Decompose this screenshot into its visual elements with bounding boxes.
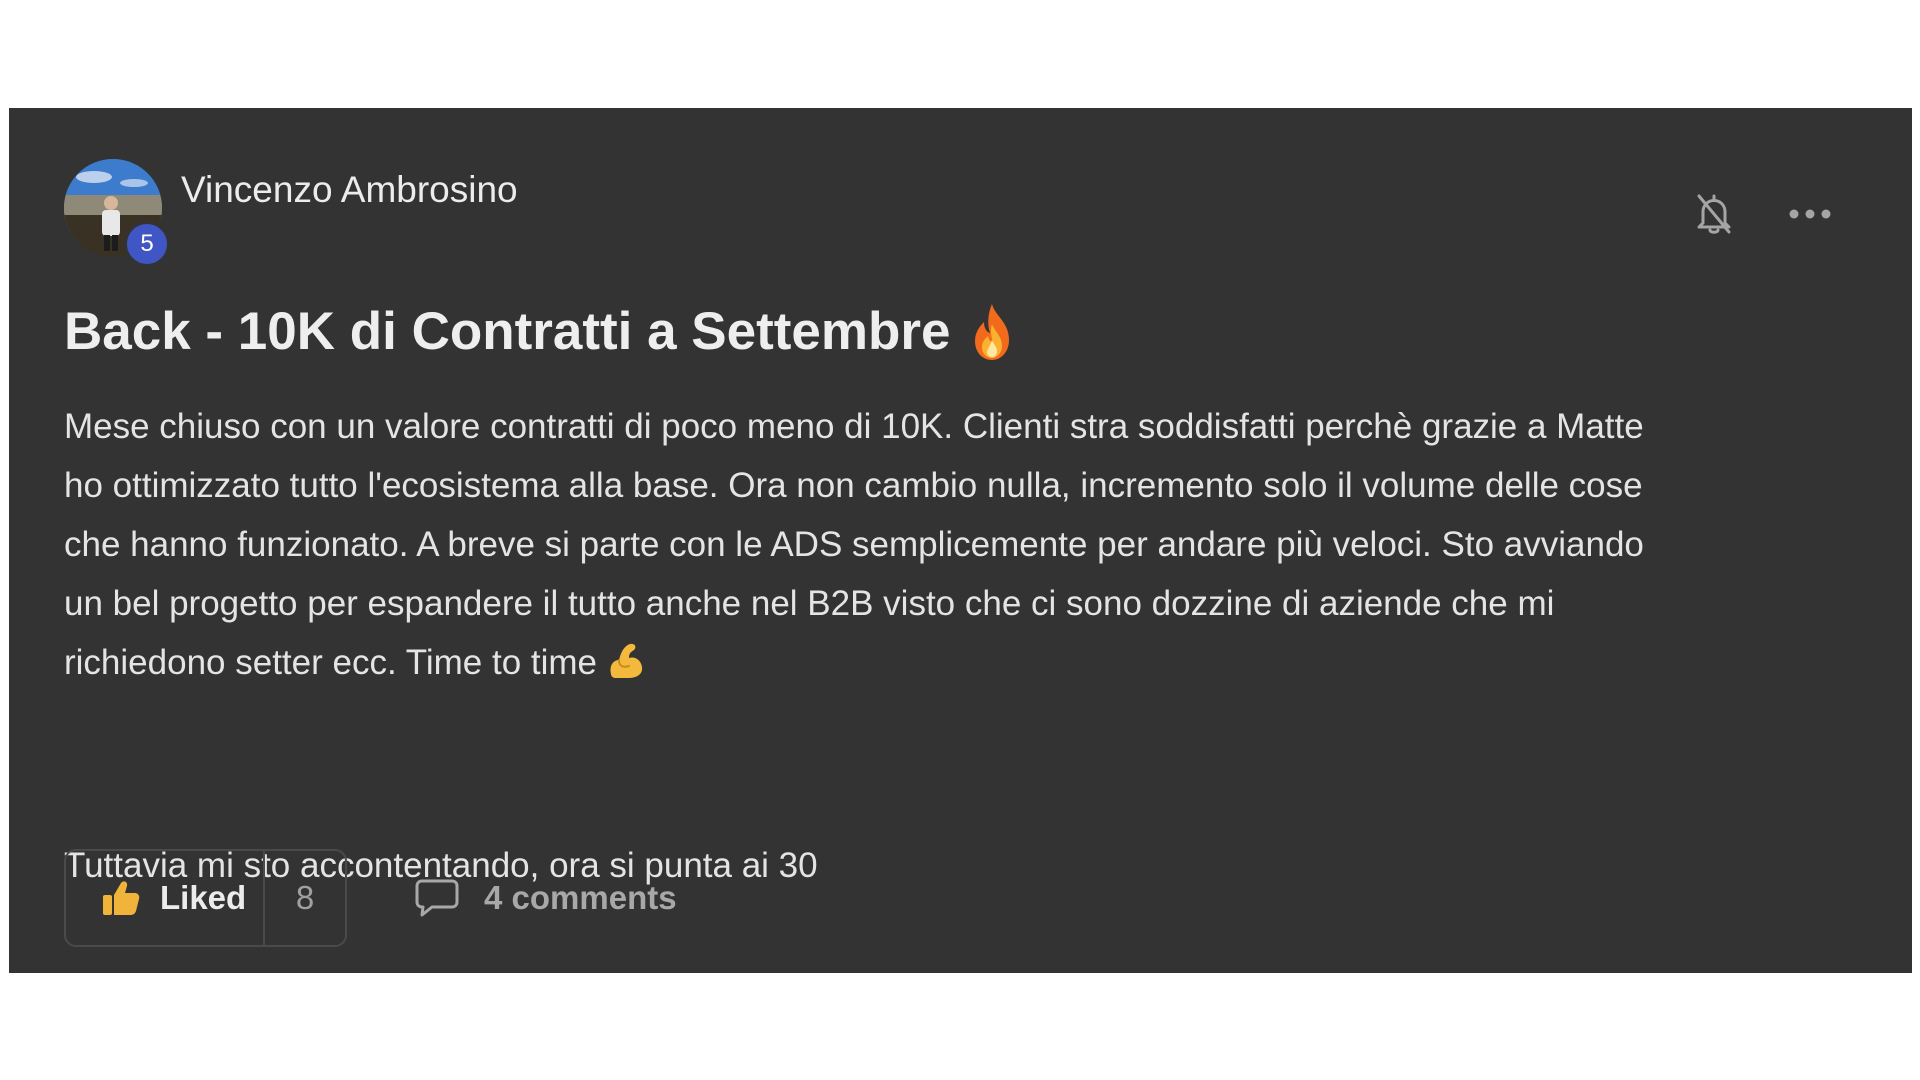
post-body-line: un bel progetto per espandere il tutto a… (64, 584, 1555, 623)
bell-off-icon (1697, 194, 1731, 234)
fire-emoji (969, 302, 1015, 362)
thumbs-up-icon (103, 881, 140, 915)
post-body-line: che hanno funzionato. A breve si parte c… (64, 525, 1644, 564)
post-body-line-text: richiedono setter ecc. Time to time (64, 643, 597, 682)
notification-toggle-button[interactable] (1689, 186, 1739, 242)
flexed-biceps-emoji (605, 639, 645, 698)
comment-icon (415, 879, 459, 917)
post-card: 5 Vincenzo Ambrosino Back - 10K di Contr… (9, 108, 1912, 973)
post-body: Mese chiuso con un valore contratti di p… (64, 397, 1884, 698)
like-count[interactable]: 8 (265, 851, 345, 945)
like-label: Liked (160, 879, 247, 916)
more-options-button[interactable] (1783, 192, 1837, 236)
post-title[interactable]: Back - 10K di Contratti a Settembre (64, 296, 1015, 368)
like-button[interactable]: Liked (66, 851, 265, 945)
level-badge: 5 (124, 221, 170, 267)
comments-label: 4 comments (484, 879, 677, 916)
post-title-text: Back - 10K di Contratti a Settembre (64, 302, 951, 361)
post-body-line-last: richiedono setter ecc. Time to time (64, 633, 1884, 698)
post-body-line: Mese chiuso con un valore contratti di p… (64, 407, 1644, 446)
more-horizontal-icon (1789, 209, 1831, 219)
post-body-line: ho ottimizzato tutto l'ecosistema alla b… (64, 466, 1643, 505)
author-name[interactable]: Vincenzo Ambrosino (181, 168, 518, 212)
comments-button[interactable]: 4 comments (414, 872, 677, 924)
like-group: Liked 8 (64, 849, 347, 947)
